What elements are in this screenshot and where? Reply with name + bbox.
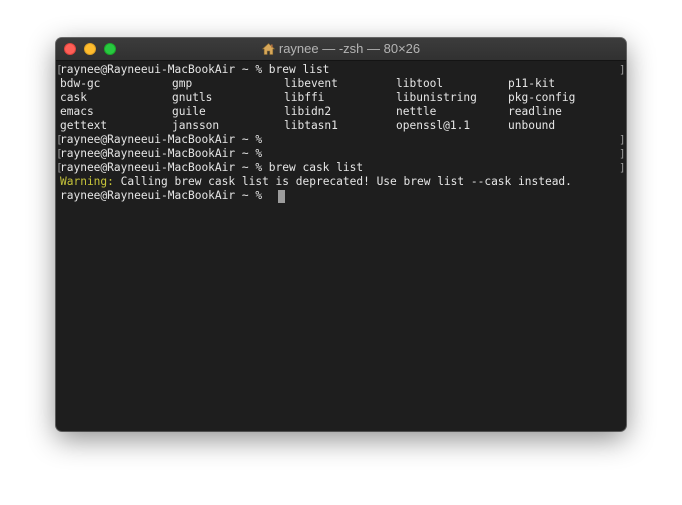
warning-line: Warning: Calling brew cask list is depre… (60, 175, 572, 189)
list-item: guile (172, 105, 206, 118)
list-item: libevent (284, 77, 338, 90)
list-item: gnutls (172, 91, 213, 104)
line-bracket-right: ] (619, 161, 626, 174)
list-item: cask (60, 91, 87, 104)
terminal-content[interactable]: [ raynee@Rayneeui-MacBookAir ~ % brew li… (56, 61, 626, 431)
list-item: pkg-config (508, 91, 576, 104)
line-bracket-right: ] (619, 147, 626, 160)
terminal-window: raynee — -zsh — 80×26 [ raynee@Rayneeui-… (56, 38, 626, 431)
list-item: openssl@1.1 (396, 119, 471, 132)
list-item: libtool (396, 77, 444, 90)
command-line: raynee@Rayneeui-MacBookAir ~ % brew cask… (60, 161, 364, 174)
window-title-text: raynee — -zsh — 80×26 (278, 41, 421, 56)
line-bracket-right: ] (619, 133, 626, 146)
text-cursor (278, 190, 285, 203)
command-line: raynee@Rayneeui-MacBookAir ~ % brew list (60, 63, 330, 76)
list-item: jansson (172, 119, 220, 132)
warning-text: Calling brew cask list is deprecated! Us… (113, 175, 572, 188)
list-item: unbound (508, 119, 556, 132)
list-item: p11-kit (508, 77, 556, 90)
list-item: nettle (396, 105, 437, 118)
prompt-line: raynee@Rayneeui-MacBookAir ~ % (60, 147, 263, 160)
list-item: libunistring (396, 91, 477, 104)
list-item: emacs (60, 105, 94, 118)
title-bar[interactable]: raynee — -zsh — 80×26 (56, 38, 626, 61)
list-item: gmp (172, 77, 193, 90)
warning-label: Warning: (60, 175, 114, 188)
line-bracket-right: ] (619, 63, 626, 76)
prompt-line: raynee@Rayneeui-MacBookAir ~ % (60, 133, 263, 146)
home-icon (261, 43, 276, 58)
list-item: bdw-gc (60, 77, 101, 90)
list-item: libtasn1 (284, 119, 338, 132)
list-item: libffi (284, 91, 325, 104)
list-item: gettext (60, 119, 108, 132)
window-title: raynee — -zsh — 80×26 (56, 41, 626, 58)
current-prompt: raynee@Rayneeui-MacBookAir ~ % (60, 189, 263, 202)
list-item: readline (508, 105, 562, 118)
list-item: libidn2 (284, 105, 332, 118)
